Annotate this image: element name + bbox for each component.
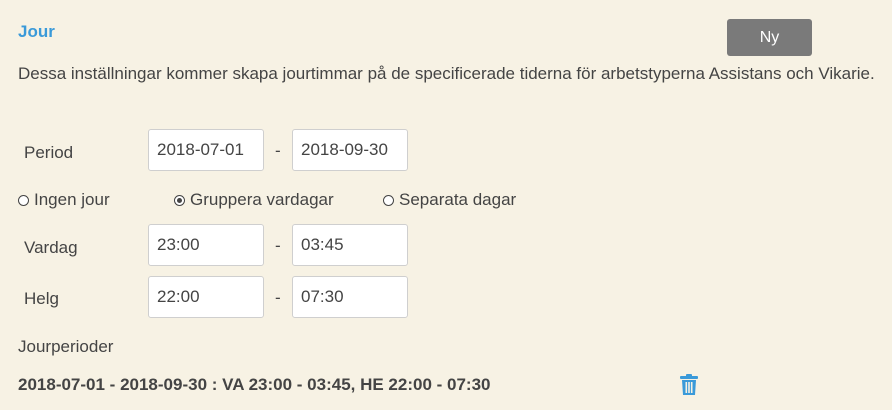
radio-ingen-jour[interactable]: Ingen jour [18, 190, 110, 210]
weekday-label: Vardag [24, 238, 78, 257]
radio-circle-icon [18, 194, 29, 206]
radio-separata-dagar[interactable]: Separata dagar [383, 190, 516, 210]
radio-label: Gruppera vardagar [190, 190, 334, 209]
period-separator: - [275, 141, 281, 160]
radio-label: Ingen jour [34, 190, 110, 209]
description-text: Dessa inställningar kommer skapa jourtim… [18, 64, 875, 83]
weekday-to-input[interactable] [292, 224, 408, 266]
period-from-input[interactable] [148, 129, 264, 171]
radio-gruppera-vardagar[interactable]: Gruppera vardagar [174, 190, 334, 210]
weekend-from-input[interactable] [148, 276, 264, 318]
section-title: Jour [18, 22, 55, 41]
radio-label: Separata dagar [399, 190, 517, 209]
weekend-separator: - [275, 288, 281, 307]
periods-label: Jourperioder [18, 337, 114, 356]
trash-icon[interactable] [679, 374, 699, 396]
radio-circle-checked-icon [174, 194, 185, 206]
radio-circle-icon [383, 194, 394, 206]
period-list-item: 2018-07-01 - 2018-09-30 : VA 23:00 - 03:… [18, 375, 491, 394]
period-label: Period [24, 143, 74, 162]
weekday-from-input[interactable] [148, 224, 264, 266]
period-to-input[interactable] [292, 129, 408, 171]
weekday-separator: - [275, 236, 281, 255]
weekend-to-input[interactable] [292, 276, 408, 318]
new-button[interactable]: Ny [727, 19, 812, 56]
weekend-label: Helg [24, 289, 59, 308]
